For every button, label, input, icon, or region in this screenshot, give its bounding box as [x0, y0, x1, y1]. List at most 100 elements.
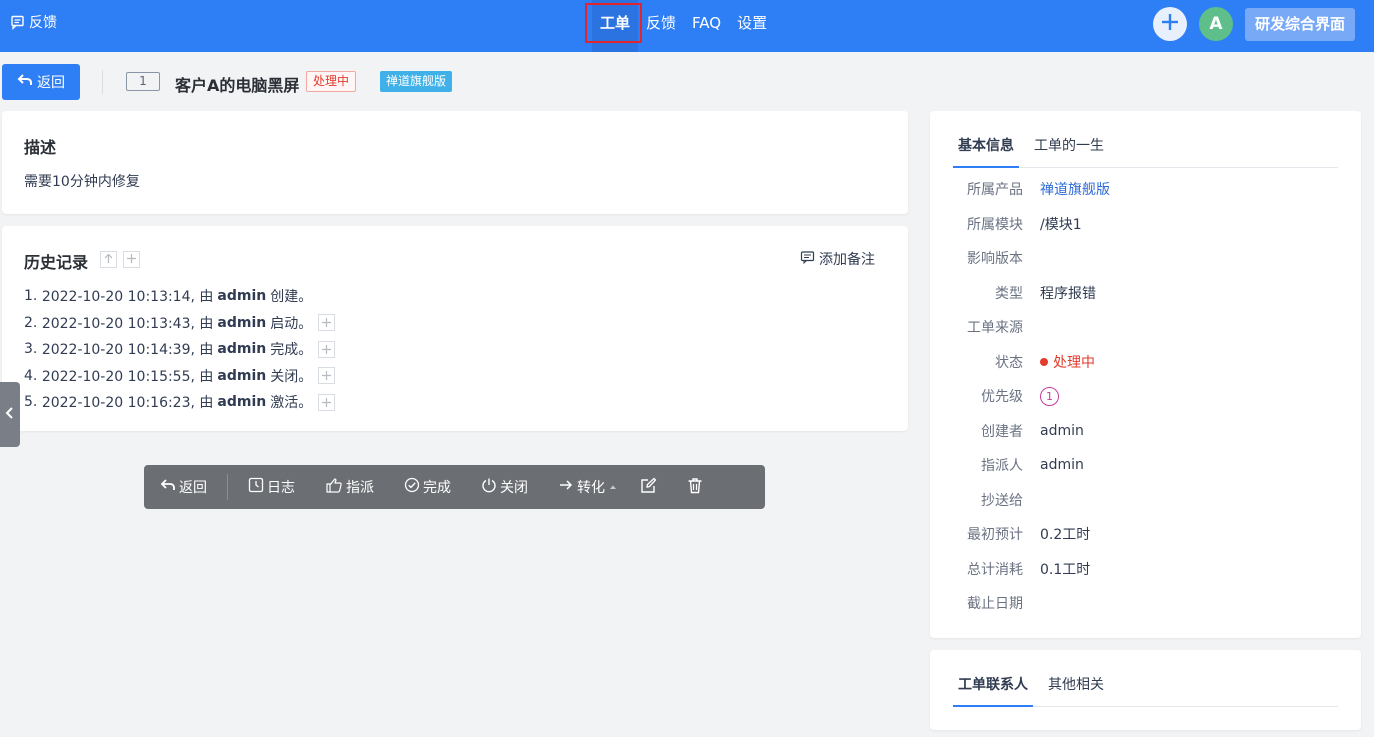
info-label: 状态	[995, 354, 1023, 371]
sort-history-button[interactable]	[100, 251, 117, 268]
status-text: 处理中	[1053, 354, 1095, 371]
info-value: 0.2工时	[1040, 527, 1091, 544]
header-actions: A 研发综合界面	[1152, 7, 1355, 41]
info-label: 类型	[995, 285, 1023, 302]
history-item-time: 2022-10-20 10:15:55, 由	[41, 368, 214, 385]
status-dot-icon	[1040, 357, 1048, 366]
history-item-time: 2022-10-20 10:13:14, 由	[41, 289, 214, 306]
expand-history-button[interactable]	[318, 367, 336, 385]
info-tabs: 基本信息 工单的一生	[953, 133, 1338, 168]
create-button[interactable]	[1152, 7, 1187, 41]
top-navbar: 反馈 工单 反馈 FAQ 设置 A 研发综合界面	[0, 0, 1374, 52]
info-row-product: 所属产品 禅道旗舰版	[930, 172, 1361, 207]
info-row-status: 状态 处理中	[930, 345, 1361, 380]
info-label: 截止日期	[967, 596, 1023, 613]
info-row-priority: 优先级 1	[930, 379, 1361, 414]
info-label: 所属产品	[967, 182, 1023, 199]
switch-interface-button[interactable]: 研发综合界面	[1244, 7, 1355, 41]
toolbar-divider	[227, 474, 228, 500]
tab-lifecycle[interactable]: 工单的一生	[1029, 133, 1109, 168]
nav-item-feedback[interactable]: 反馈	[638, 0, 684, 52]
description-title: 描述	[24, 138, 57, 157]
tab-basic-info[interactable]: 基本信息	[953, 133, 1019, 168]
info-label: 创建者	[981, 423, 1023, 440]
history-item-time: 2022-10-20 10:16:23, 由	[41, 395, 214, 412]
history-item: 3. 2022-10-20 10:14:39, 由 admin 完成。	[24, 336, 336, 363]
arrow-right-icon	[558, 478, 574, 496]
assign-button[interactable]: 指派	[325, 477, 374, 497]
plus-icon	[322, 344, 332, 354]
assign-label: 指派	[346, 480, 374, 496]
caret-up-icon	[608, 479, 618, 495]
divider	[102, 70, 103, 94]
main-nav: 工单 反馈 FAQ 设置	[592, 0, 775, 52]
plus-icon	[322, 371, 332, 381]
expand-history-button[interactable]	[318, 340, 336, 358]
history-item-user: admin	[217, 288, 267, 305]
info-label: 总计消耗	[967, 561, 1023, 578]
info-row-source: 工单来源	[930, 310, 1361, 345]
priority-value: 1	[1040, 386, 1059, 406]
contacts-panel: 工单联系人 其他相关	[930, 650, 1361, 730]
info-label: 指派人	[981, 458, 1023, 475]
tab-other-related[interactable]: 其他相关	[1043, 672, 1109, 707]
info-label: 影响版本	[967, 251, 1023, 268]
plus-icon	[322, 318, 332, 328]
clock-icon	[248, 477, 264, 497]
info-label: 工单来源	[967, 320, 1023, 337]
toolbar-back-button[interactable]: 返回	[160, 477, 207, 497]
finish-button[interactable]: 完成	[404, 477, 451, 497]
comment-icon	[800, 250, 815, 268]
history-item-num: 4.	[24, 367, 38, 384]
back-arrow-icon	[17, 73, 33, 91]
nav-item-faq[interactable]: FAQ	[684, 0, 729, 52]
add-note-button[interactable]: 添加备注	[800, 249, 875, 269]
expand-history-button[interactable]	[318, 393, 336, 411]
expand-all-button[interactable]	[123, 251, 140, 268]
history-item: 4. 2022-10-20 10:15:55, 由 admin 关闭。	[24, 363, 336, 390]
history-item-action: 激活。	[270, 395, 313, 412]
sidebar-toggle[interactable]	[0, 382, 20, 447]
history-item-action: 启动。	[270, 315, 313, 332]
action-toolbar: 返回 日志 指派 完成 关闭 转化	[144, 465, 765, 509]
description-text: 需要10分钟内修复	[24, 174, 140, 190]
nav-item-settings[interactable]: 设置	[729, 0, 775, 52]
edit-button[interactable]	[640, 477, 657, 498]
convert-label: 转化	[577, 480, 605, 496]
info-panel: 基本信息 工单的一生 所属产品 禅道旗舰版 所属模块 /模块1 影响版本 类型 …	[930, 111, 1361, 638]
history-item-action: 关闭。	[270, 368, 313, 385]
log-button[interactable]: 日志	[248, 477, 295, 497]
history-item-num: 5.	[24, 394, 38, 411]
info-row-assignee: 指派人 admin	[930, 448, 1361, 483]
back-button[interactable]: 返回	[2, 64, 80, 100]
page-title: 客户A的电脑黑屏	[175, 76, 300, 95]
avatar[interactable]: A	[1198, 7, 1233, 41]
info-value: 程序报错	[1040, 285, 1096, 302]
expand-history-button[interactable]	[318, 314, 336, 332]
chevron-left-icon	[5, 406, 15, 424]
info-label: 抄送给	[981, 492, 1023, 509]
trash-icon	[687, 477, 703, 498]
history-item-user: admin	[217, 341, 267, 358]
history-item-action: 创建。	[270, 289, 313, 306]
back-label: 返回	[37, 75, 65, 91]
brand[interactable]: 反馈	[10, 12, 57, 32]
info-row-estimate: 最初预计 0.2工时	[930, 517, 1361, 552]
info-label: 优先级	[981, 389, 1023, 406]
product-badge: 禅道旗舰版	[380, 71, 453, 92]
history-title: 历史记录	[24, 253, 89, 272]
history-item: 1. 2022-10-20 10:13:14, 由 admin 创建。	[24, 283, 335, 310]
info-row-consumed: 总计消耗 0.1工时	[930, 552, 1361, 587]
product-link[interactable]: 禅道旗舰版	[1040, 179, 1110, 199]
nav-item-ticket[interactable]: 工单	[592, 0, 639, 52]
tab-contacts[interactable]: 工单联系人	[953, 672, 1033, 707]
close-button[interactable]: 关闭	[481, 477, 528, 497]
history-item-time: 2022-10-20 10:14:39, 由	[41, 342, 214, 359]
history-item: 5. 2022-10-20 10:16:23, 由 admin 激活。	[24, 389, 336, 416]
delete-button[interactable]	[687, 477, 703, 498]
history-item-num: 3.	[24, 341, 38, 358]
contacts-tabs: 工单联系人 其他相关	[953, 672, 1338, 707]
power-icon	[481, 477, 497, 497]
convert-dropdown[interactable]: 转化	[558, 477, 618, 497]
info-label: 所属模块	[967, 216, 1023, 233]
